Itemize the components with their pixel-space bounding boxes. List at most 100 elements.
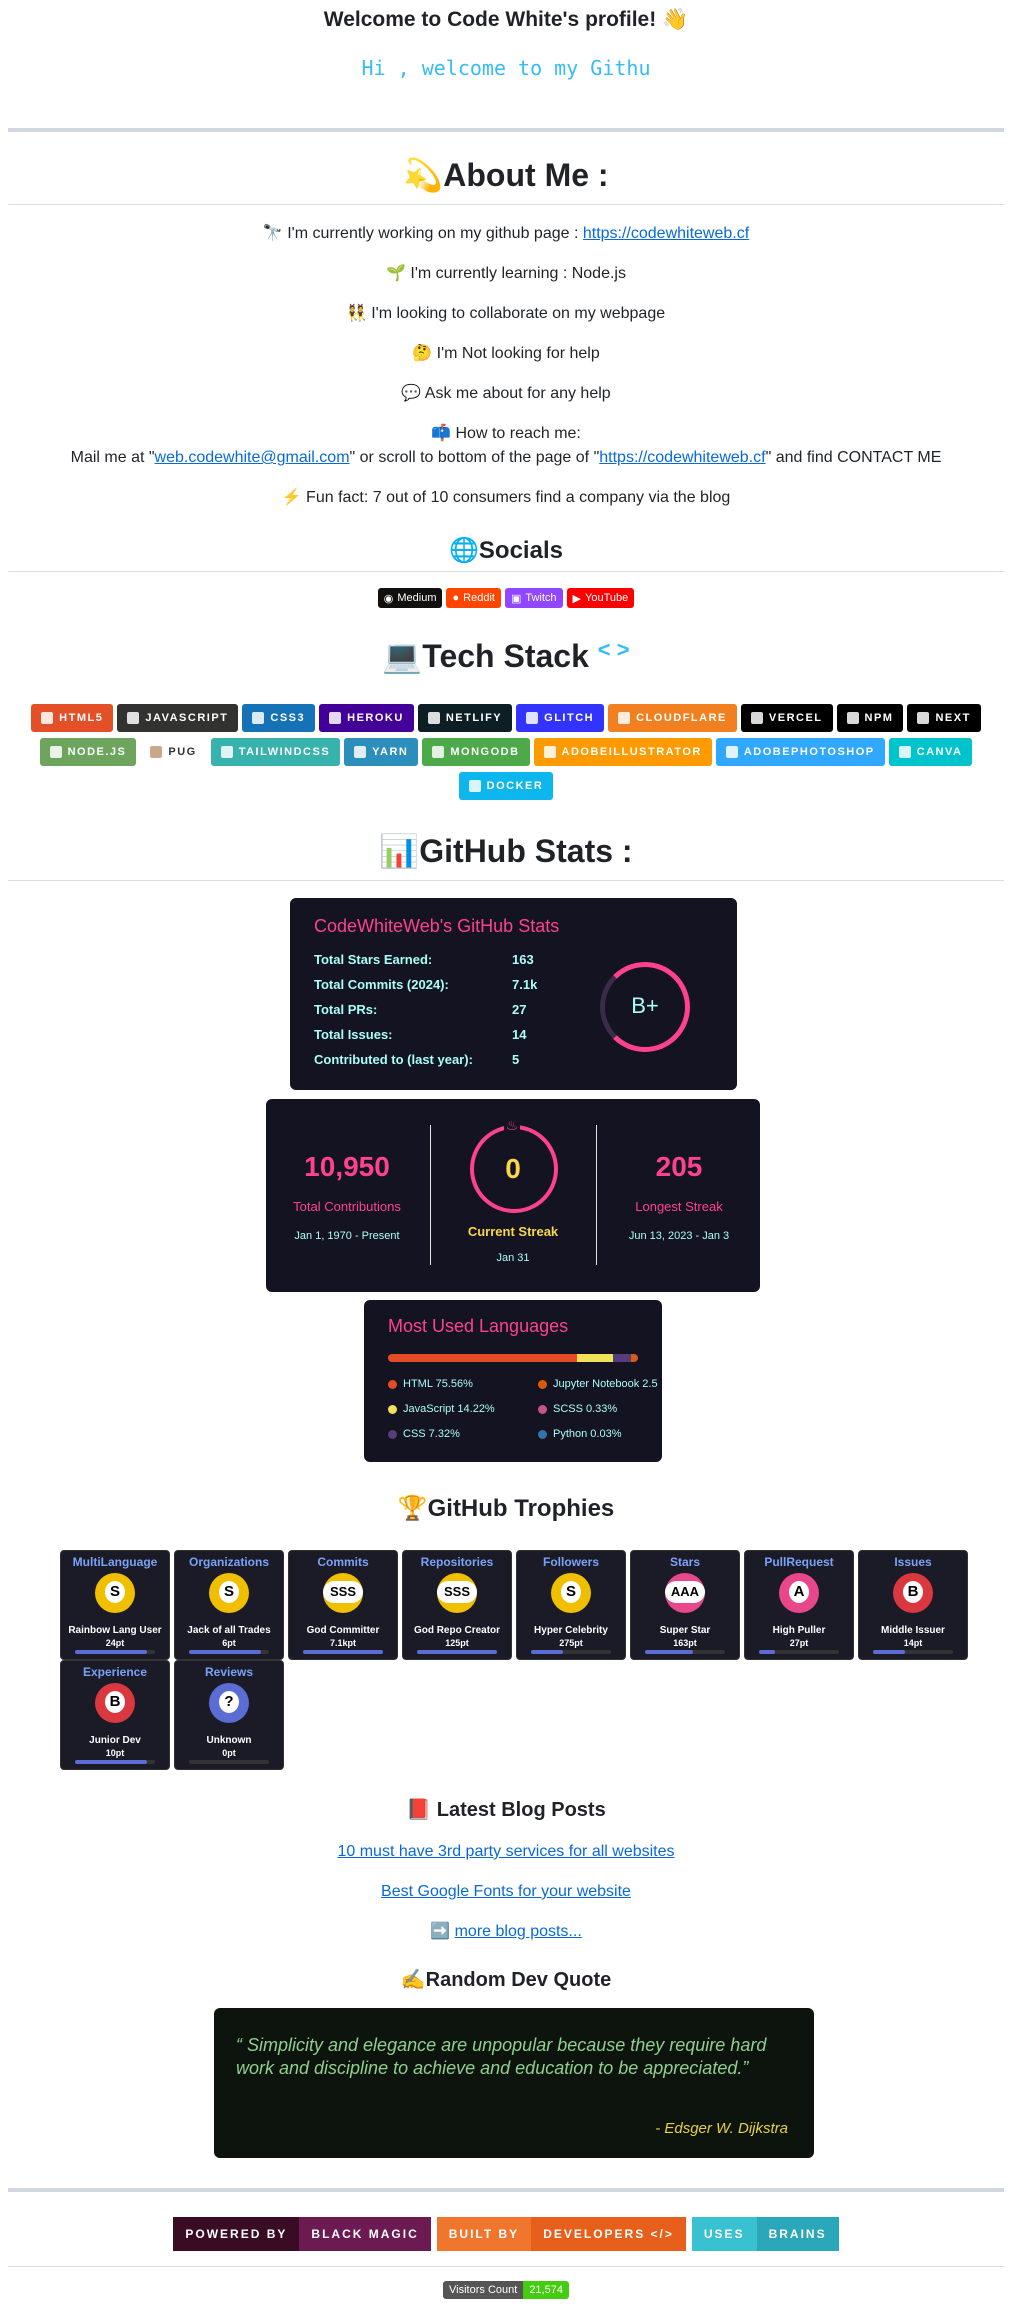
- trophy-rank: A: [789, 1581, 809, 1603]
- tech-badge-heroku[interactable]: HEROKU: [319, 704, 414, 732]
- stats-card[interactable]: CodeWhiteWeb's GitHub Stats Total Stars …: [290, 898, 737, 1090]
- trophy-progress-fill: [531, 1650, 563, 1654]
- trophy-card[interactable]: Stars AAA Super Star 163pt: [630, 1550, 740, 1660]
- fire-icon: ♨: [504, 1117, 520, 1133]
- trophy-title: Followers: [542, 1555, 599, 1569]
- visitors-value: 21,574: [523, 2281, 569, 2299]
- reach-line: 📫 How to reach me:: [431, 425, 581, 442]
- tech-badge-adobephotoshop[interactable]: ADOBEPHOTOSHOP: [715, 738, 885, 766]
- language-item: JavaScript 14.22%: [388, 1403, 495, 1415]
- trophy-card[interactable]: Followers S Hyper Celebrity 275pt: [516, 1550, 626, 1660]
- trophy-title: Repositories: [420, 1555, 494, 1569]
- cloudflare-icon: [618, 712, 631, 724]
- tech-badge-tailwindcss[interactable]: TAILWINDCSS: [210, 738, 341, 766]
- language-dot: [538, 1429, 547, 1439]
- tech-badge-yarn[interactable]: YARN: [344, 738, 419, 766]
- tech-badge-javascript[interactable]: JAVASCRIPT: [117, 704, 239, 732]
- tech-badge-label: ADOBEILLUSTRATOR: [561, 746, 702, 758]
- divider: [596, 1125, 597, 1265]
- divider: [430, 1125, 431, 1265]
- longest-streak: 205: [655, 1151, 703, 1182]
- welcome-heading: Welcome to Code White's profile! 👋: [323, 8, 689, 31]
- stat-value: 14: [512, 1027, 527, 1042]
- email-link[interactable]: web.codewhite@gmail.com: [155, 449, 350, 466]
- trophy-card[interactable]: Issues B Middle Issuer 14pt: [858, 1550, 968, 1660]
- tech-badge-next[interactable]: NEXT: [907, 704, 981, 732]
- trophy-rank: SSS: [437, 1581, 477, 1603]
- vercel-icon: [750, 712, 763, 724]
- trophy-title: Experience: [82, 1665, 148, 1679]
- npm-icon: [846, 712, 859, 724]
- trophy-card[interactable]: Organizations S Jack of all Trades 6pt: [174, 1550, 284, 1660]
- tech-badges-row-1: HTML5 JAVASCRIPT CSS3 HEROKU NETLIFY GLITCH CL…: [0, 704, 1012, 732]
- powered-by-badge[interactable]: POWERED BY BLACK MAGIC: [173, 2217, 431, 2251]
- trophy-card[interactable]: MultiLanguage S Rainbow Lang User 24pt: [60, 1550, 170, 1660]
- youtube-icon: ▶: [572, 592, 581, 605]
- tech-badge-mongodb[interactable]: MONGODB: [422, 738, 530, 766]
- trophy-card[interactable]: Experience B Junior Dev 10pt: [60, 1660, 170, 1770]
- working-line: 🔭 I'm currently working on my github pag…: [0, 222, 1012, 246]
- trophy-rank: S: [219, 1581, 239, 1603]
- website-link[interactable]: https://codewhiteweb.cf: [583, 225, 749, 242]
- tech-badge-label: NEXT: [935, 712, 971, 724]
- adobeillustrator-icon: [543, 746, 556, 758]
- tech-badge-pug[interactable]: PUG: [140, 738, 207, 766]
- reddit-badge[interactable]: ● Reddit: [446, 588, 501, 608]
- mail-text: Mail me at ": [70, 449, 155, 466]
- tech-badge-html5[interactable]: HTML5: [31, 704, 114, 732]
- twitch-badge[interactable]: ▣ Twitch: [504, 588, 563, 608]
- trophy-points: 0pt: [222, 1748, 236, 1758]
- trophy-progress-fill: [189, 1650, 261, 1654]
- tech-badge-vercel[interactable]: VERCEL: [740, 704, 833, 732]
- tech-badge-label: NODE.JS: [67, 746, 127, 758]
- streak-card[interactable]: 10,950 Total Contributions Jan 1, 1970 -…: [266, 1099, 760, 1292]
- trophy-card[interactable]: Commits SSS God Committer 7.1kpt: [288, 1550, 398, 1660]
- tech-badge-label: CANVA: [916, 746, 963, 758]
- trophy-title: MultiLanguage: [72, 1555, 158, 1569]
- blog-post-link[interactable]: 10 must have 3rd party services for all …: [337, 1843, 674, 1860]
- tech-title-text: 💻Tech Stack: [382, 638, 589, 674]
- tech-badge-npm[interactable]: NPM: [836, 704, 904, 732]
- trophy-name: Middle Issuer: [881, 1625, 945, 1636]
- more-posts-link[interactable]: more blog posts...: [455, 1923, 582, 1940]
- tailwindcss-icon: [220, 746, 233, 758]
- tech-badge-label: DOCKER: [486, 780, 544, 792]
- glitch-icon: [526, 712, 539, 724]
- help-line: 🤔 I'm Not looking for help: [412, 345, 600, 362]
- tech-badge-docker[interactable]: DOCKER: [458, 772, 554, 800]
- ask-line: 💬 Ask me about for any help: [401, 385, 611, 402]
- medium-badge[interactable]: ◉ Medium: [377, 588, 443, 608]
- tech-badge-glitch[interactable]: GLITCH: [516, 704, 605, 732]
- trophy-points: 24pt: [105, 1638, 125, 1648]
- trophy-card[interactable]: PullRequest A High Puller 27pt: [744, 1550, 854, 1660]
- youtube-badge[interactable]: ▶ YouTube: [566, 588, 635, 608]
- javascript-icon: [127, 712, 140, 724]
- built-by-badge[interactable]: BUILT BY DEVELOPERS </>: [436, 2217, 686, 2251]
- trophy-points: 275pt: [559, 1638, 583, 1648]
- website-link-2[interactable]: https://codewhiteweb.cf: [599, 449, 765, 466]
- trophy-rank: AAA: [665, 1581, 705, 1603]
- total-range: Jan 1, 1970 - Present: [294, 1230, 400, 1242]
- trophy-name: Super Star: [659, 1625, 711, 1636]
- blog-post-link[interactable]: Best Google Fonts for your website: [381, 1883, 631, 1900]
- html5-icon: [41, 712, 54, 724]
- uses-brains-badge[interactable]: USES BRAINS: [691, 2217, 839, 2251]
- language-dot: [388, 1429, 397, 1439]
- quote-close-mark: ”: [742, 2058, 749, 2078]
- tech-badge-label: CSS3: [270, 712, 306, 724]
- trophy-card[interactable]: Repositories SSS God Repo Creator 125pt: [402, 1550, 512, 1660]
- tech-badge-cloudflare[interactable]: CLOUDFLARE: [608, 704, 737, 732]
- longest-label: Longest Streak: [635, 1199, 723, 1214]
- trophy-card[interactable]: Reviews? Unknown 0pt: [174, 1660, 284, 1770]
- trophy-title: Issues: [894, 1555, 932, 1569]
- divider: [8, 2188, 1004, 2192]
- trophy-title: Organizations: [188, 1555, 269, 1569]
- tech-badge-css3[interactable]: CSS3: [242, 704, 316, 732]
- tech-badge-nodejs[interactable]: NODE.JS: [39, 738, 137, 766]
- trophy-title: Commits: [317, 1555, 369, 1569]
- tech-badge-label: MONGODB: [450, 746, 520, 758]
- tech-badge-canva[interactable]: CANVA: [888, 738, 973, 766]
- tech-badge-adobeillustrator[interactable]: ADOBEILLUSTRATOR: [533, 738, 712, 766]
- languages-card[interactable]: Most Used Languages HTML 75.56% Jupyter N…: [364, 1300, 662, 1462]
- tech-badge-netlify[interactable]: NETLIFY: [417, 704, 513, 732]
